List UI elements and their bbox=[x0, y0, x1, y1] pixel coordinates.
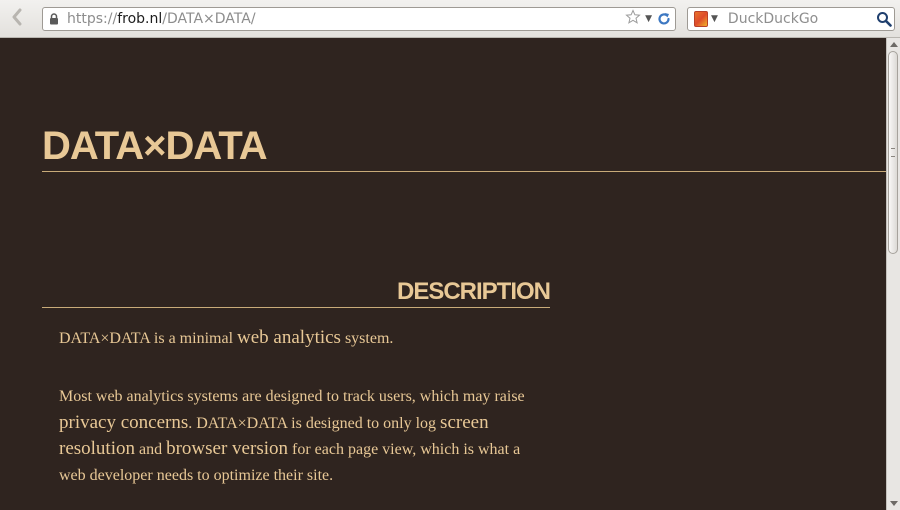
chevron-down-icon: ▼ bbox=[711, 14, 718, 24]
grip-icon bbox=[891, 148, 895, 157]
search-engine-selector[interactable]: ▼ bbox=[694, 11, 718, 27]
url-prefix: https:// bbox=[67, 11, 118, 27]
scroll-down-icon[interactable] bbox=[887, 498, 900, 510]
url-text[interactable]: https://frob.nl/DATA×DATA/ bbox=[67, 11, 625, 27]
scrollbar-thumb[interactable] bbox=[888, 51, 898, 254]
description-paragraph-2: Most web analytics systems are designed … bbox=[59, 384, 544, 488]
section-heading: DESCRIPTION bbox=[396, 278, 551, 305]
p1-text-c: system. bbox=[340, 330, 394, 347]
p2-text-c: . DATA×DATA is designed to only log bbox=[188, 414, 441, 432]
p1-emphasis-web-analytics: web analytics bbox=[237, 327, 341, 348]
star-icon[interactable] bbox=[625, 9, 641, 29]
back-button[interactable] bbox=[6, 7, 28, 31]
section-divider bbox=[42, 307, 550, 308]
p1-text-a: DATA×DATA is a minimal bbox=[59, 330, 238, 347]
p2-emphasis-browser-version: browser version bbox=[166, 438, 288, 459]
lock-icon[interactable] bbox=[49, 13, 59, 25]
p2-text-e: and bbox=[135, 441, 167, 458]
p2-text-a: Most web analytics systems are designed … bbox=[59, 388, 525, 405]
back-arrow-icon bbox=[10, 8, 24, 30]
description-paragraph-1: DATA×DATA is a minimal web analytics sys… bbox=[59, 325, 544, 352]
url-path: /DATA×DATA/ bbox=[162, 11, 256, 27]
page-content: DATA×DATA DESCRIPTION DATA×DATA is a min… bbox=[0, 38, 886, 510]
vertical-scrollbar[interactable] bbox=[886, 38, 900, 510]
search-input[interactable]: DuckDuckGo bbox=[728, 11, 876, 27]
search-bar[interactable]: ▼ DuckDuckGo bbox=[687, 7, 895, 31]
scroll-up-icon[interactable] bbox=[887, 38, 900, 50]
reload-icon[interactable] bbox=[656, 11, 672, 27]
site-title: DATA×DATA bbox=[42, 124, 268, 168]
title-divider bbox=[42, 171, 886, 172]
p2-emphasis-privacy: privacy concerns bbox=[59, 411, 189, 433]
duckduckgo-icon bbox=[694, 11, 708, 27]
browser-toolbar: https://frob.nl/DATA×DATA/ ▼ ▼ DuckDuckG… bbox=[0, 0, 900, 38]
magnifier-icon[interactable] bbox=[876, 11, 892, 27]
url-host: frob.nl bbox=[117, 11, 163, 27]
url-bar[interactable]: https://frob.nl/DATA×DATA/ ▼ bbox=[42, 7, 676, 31]
url-history-dropdown[interactable]: ▼ bbox=[645, 14, 652, 24]
